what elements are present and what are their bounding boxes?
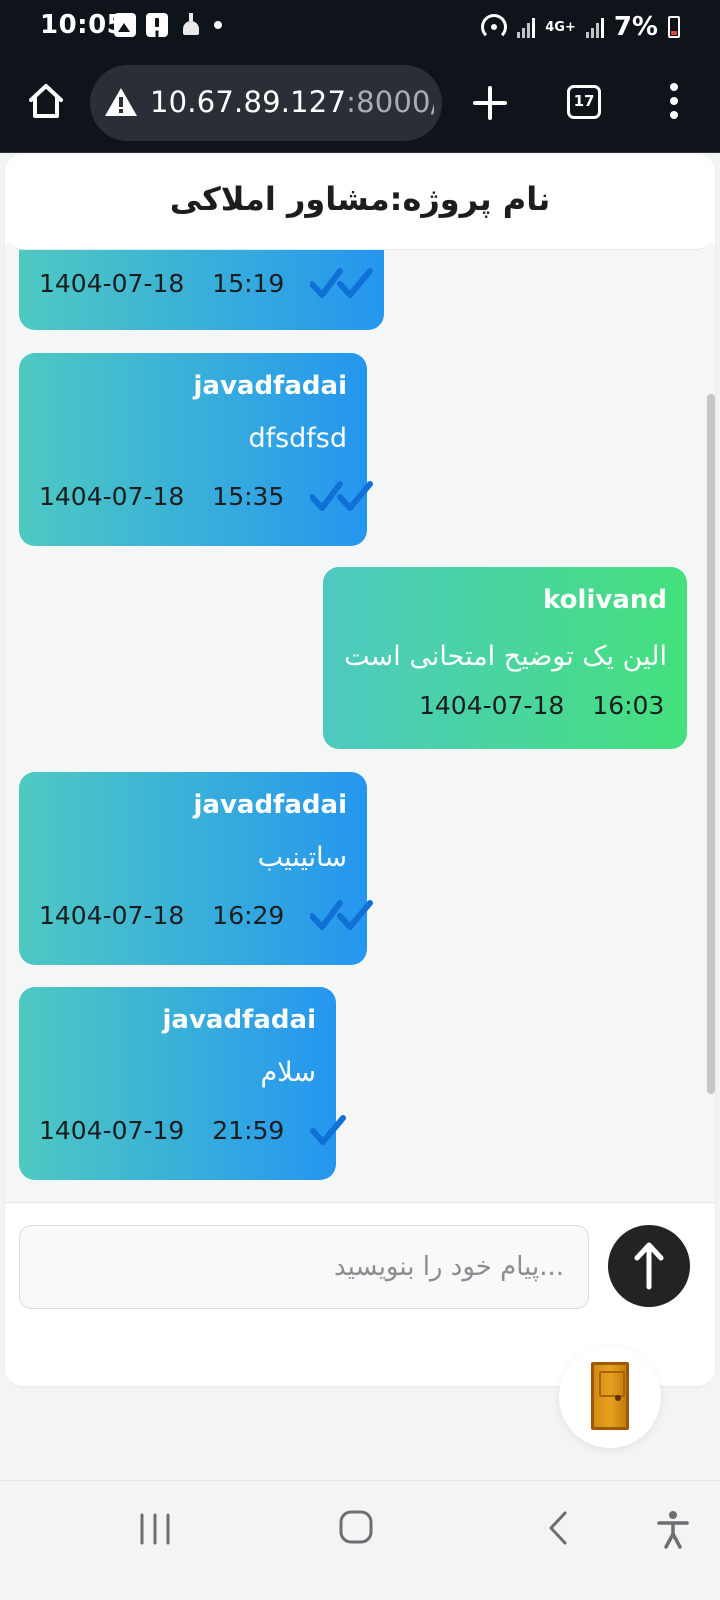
signal-icon-2 [585, 16, 604, 38]
browser-toolbar: 10.67.89.127:8000/cc 17 [0, 55, 720, 153]
message-date: 1404-07-18 [419, 691, 565, 720]
home-nav-icon[interactable] [338, 1509, 374, 1545]
message-date: 1404-07-19 [39, 1115, 185, 1145]
home-button[interactable] [26, 81, 66, 121]
address-bar[interactable]: 10.67.89.127:8000/cc [90, 65, 442, 141]
message-text: ساتینیب [257, 842, 347, 873]
page-title: نام پروژه:مشاور املاکی [169, 180, 551, 218]
door-icon [591, 1362, 629, 1430]
message-meta: 1404-07-18 16:29 [39, 900, 374, 930]
url-text: 10.67.89.127:8000/cc [150, 85, 434, 119]
message-time: 21:59 [212, 1115, 285, 1145]
message-meta: 1404-07-18 15:19 [39, 268, 374, 298]
status-notification-icons [114, 13, 222, 37]
message-date: 1404-07-18 [39, 900, 185, 930]
alert-icon [146, 13, 168, 37]
message-username: javadfadai [193, 371, 348, 401]
double-check-icon [310, 481, 374, 511]
mosque-icon [178, 13, 204, 37]
back-icon[interactable] [546, 1509, 570, 1547]
warning-icon [105, 88, 137, 116]
dot-icon [214, 21, 222, 29]
message-username: javadfadai [193, 790, 348, 820]
message-bubble: javadfadai ساتینیب 1404-07-18 16:29 [19, 772, 374, 965]
chat-card: نام پروژه:مشاور املاکی 1404-07-18 15:19 … [5, 154, 715, 1386]
new-tab-button[interactable] [472, 85, 508, 121]
battery-icon [668, 16, 680, 38]
scrollbar[interactable] [707, 394, 715, 1094]
message-username: kolivand [543, 585, 667, 615]
status-system-icons: 4G+ 7% [481, 12, 680, 42]
message-bubble: kolivand الین یک توضیح امتحانی است 1404-… [323, 567, 687, 749]
message-text: الین یک توضیح امتحانی است [344, 641, 667, 672]
accessibility-icon[interactable] [656, 1509, 690, 1549]
send-button[interactable] [608, 1225, 690, 1307]
message-username: javadfadai [162, 1005, 317, 1035]
plus-icon [473, 86, 507, 120]
exit-button[interactable] [559, 1346, 661, 1448]
status-time: 10:05 [40, 10, 126, 40]
battery-percent: 7% [613, 12, 658, 42]
status-bar: 10:05 4G+ 7% [0, 0, 720, 55]
signal-icon [517, 16, 536, 38]
message-meta: 1404-07-18 15:35 [39, 481, 374, 511]
double-check-icon [310, 268, 374, 298]
system-navigation-bar [0, 1480, 720, 1600]
hotspot-icon [481, 14, 508, 40]
recent-apps-icon[interactable] [138, 1511, 172, 1547]
message-time: 16:03 [592, 691, 665, 720]
url-rest: :8000/cc [346, 85, 434, 119]
arrow-up-icon [634, 1242, 664, 1290]
check-icon [310, 1115, 347, 1145]
message-bubble: javadfadai سلام 1404-07-19 21:59 [19, 987, 347, 1180]
message-text: dfsdfsd [248, 423, 347, 454]
message-text: سلام [260, 1057, 316, 1088]
message-date: 1404-07-18 [39, 268, 185, 298]
message-time: 15:35 [212, 481, 285, 511]
double-check-icon [310, 900, 374, 930]
home-icon [29, 84, 63, 118]
message-bubble: javadfadai dfsdfsd 1404-07-18 15:35 [19, 353, 374, 546]
message-time: 15:19 [212, 268, 285, 298]
chat-header: نام پروژه:مشاور املاکی [5, 154, 715, 250]
url-host: 10.67.89.127 [150, 85, 347, 119]
image-icon [114, 13, 136, 37]
more-menu-icon[interactable] [666, 83, 682, 123]
message-meta: 1404-07-19 21:59 [39, 1115, 347, 1145]
message-time: 16:29 [212, 900, 285, 930]
message-input[interactable] [19, 1225, 589, 1309]
tab-switcher-button[interactable]: 17 [567, 85, 601, 119]
message-bubble: 1404-07-18 15:19 [19, 244, 384, 330]
network-type-label: 4G+ [545, 19, 576, 35]
message-date: 1404-07-18 [39, 481, 185, 511]
message-meta: 1404-07-18 16:03 [419, 691, 664, 720]
